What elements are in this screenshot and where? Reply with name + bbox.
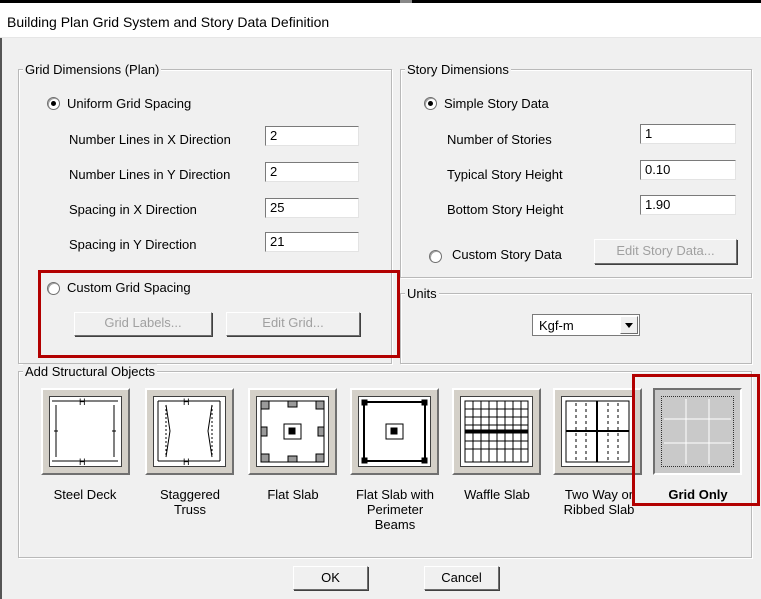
steel-deck-icon: H H (52, 397, 118, 466)
x-spacing-input[interactable]: 25 (265, 198, 359, 218)
svg-text:H: H (183, 397, 190, 407)
cancel-button[interactable]: Cancel (424, 566, 499, 590)
svg-text:H: H (183, 457, 190, 466)
flat-slab-perimeter-caption: Flat Slab with Perimeter Beams (345, 487, 445, 532)
title-bar: Building Plan Grid System and Story Data… (0, 0, 761, 38)
chevron-down-icon (625, 323, 633, 328)
structural-objects-legend: Add Structural Objects (23, 364, 158, 379)
y-spacing-input[interactable]: 21 (265, 232, 359, 252)
radio-dot (51, 101, 56, 106)
typical-height-label: Typical Story Height (447, 167, 563, 182)
units-select[interactable]: Kgf-m (532, 314, 640, 336)
dialog-left-edge (0, 38, 2, 599)
stories-input[interactable]: 1 (640, 124, 736, 144)
top-edge (0, 0, 761, 3)
ok-button[interactable]: OK (293, 566, 368, 590)
y-lines-label: Number Lines in Y Direction (69, 167, 231, 182)
radio-dot (428, 101, 433, 106)
flat-slab-perimeter-preview (358, 396, 431, 467)
window-title: Building Plan Grid System and Story Data… (7, 14, 330, 30)
staggered-truss-icon: H H (157, 397, 221, 466)
story-dimensions-legend: Story Dimensions (405, 62, 511, 77)
custom-story-label: Custom Story Data (452, 247, 562, 262)
staggered-truss-tile[interactable]: H H (145, 388, 234, 475)
flat-slab-tile[interactable] (248, 388, 337, 475)
grid-only-highlight (632, 374, 760, 506)
waffle-slab-preview (460, 396, 533, 467)
caption-line1: Waffle Slab (464, 487, 530, 502)
svg-text:H: H (79, 397, 86, 407)
simple-story-label: Simple Story Data (444, 96, 549, 111)
uniform-grid-label: Uniform Grid Spacing (67, 96, 192, 111)
flat-slab-icon (260, 400, 325, 463)
flat-slab-preview (256, 396, 329, 467)
units-value: Kgf-m (539, 318, 574, 333)
flat-slab-perimeter-beams-icon (361, 399, 428, 464)
y-spacing-label: Spacing in Y Direction (69, 237, 197, 252)
x-spacing-label: Spacing in X Direction (69, 202, 197, 217)
two-way-ribbed-tile[interactable] (553, 388, 642, 475)
steel-deck-preview: H H (49, 396, 122, 467)
units-dropdown-button[interactable] (620, 316, 638, 334)
waffle-slab-caption: Waffle Slab (447, 487, 547, 502)
uniform-grid-radio[interactable] (47, 97, 60, 110)
bottom-height-label: Bottom Story Height (447, 202, 564, 217)
caption-line1: Flat Slab with (355, 487, 435, 502)
units-legend: Units (405, 286, 439, 301)
typical-height-input[interactable]: 0.10 (640, 160, 736, 180)
steel-deck-caption: Steel Deck (35, 487, 135, 502)
staggered-truss-preview: H H (153, 396, 226, 467)
x-lines-input[interactable]: 2 (265, 126, 359, 146)
caption-line2: Truss (173, 502, 207, 517)
bottom-height-input[interactable]: 1.90 (640, 195, 736, 215)
caption-line1: Staggered (160, 487, 220, 502)
caption-line1: Steel Deck (53, 487, 117, 502)
staggered-truss-caption: Staggered Truss (140, 487, 240, 517)
caption-line1: Flat Slab (267, 487, 319, 502)
two-way-ribbed-preview (561, 396, 634, 467)
flat-slab-caption: Flat Slab (243, 487, 343, 502)
caption-line2: Perimeter Beams (366, 502, 424, 532)
waffle-slab-icon (464, 400, 529, 463)
edit-story-button[interactable]: Edit Story Data... (594, 239, 737, 264)
custom-story-radio[interactable] (429, 250, 442, 263)
steel-deck-tile[interactable]: H H (41, 388, 130, 475)
stories-label: Number of Stories (447, 132, 552, 147)
flat-slab-perimeter-tile[interactable] (350, 388, 439, 475)
two-way-ribbed-slab-icon (565, 400, 630, 463)
simple-story-radio[interactable] (424, 97, 437, 110)
waffle-slab-tile[interactable] (452, 388, 541, 475)
svg-text:H: H (79, 457, 86, 466)
x-lines-label: Number Lines in X Direction (69, 132, 231, 147)
top-edge-accent (400, 0, 412, 3)
y-lines-input[interactable]: 2 (265, 162, 359, 182)
custom-grid-highlight (38, 270, 400, 358)
grid-dimensions-legend: Grid Dimensions (Plan) (23, 62, 162, 77)
